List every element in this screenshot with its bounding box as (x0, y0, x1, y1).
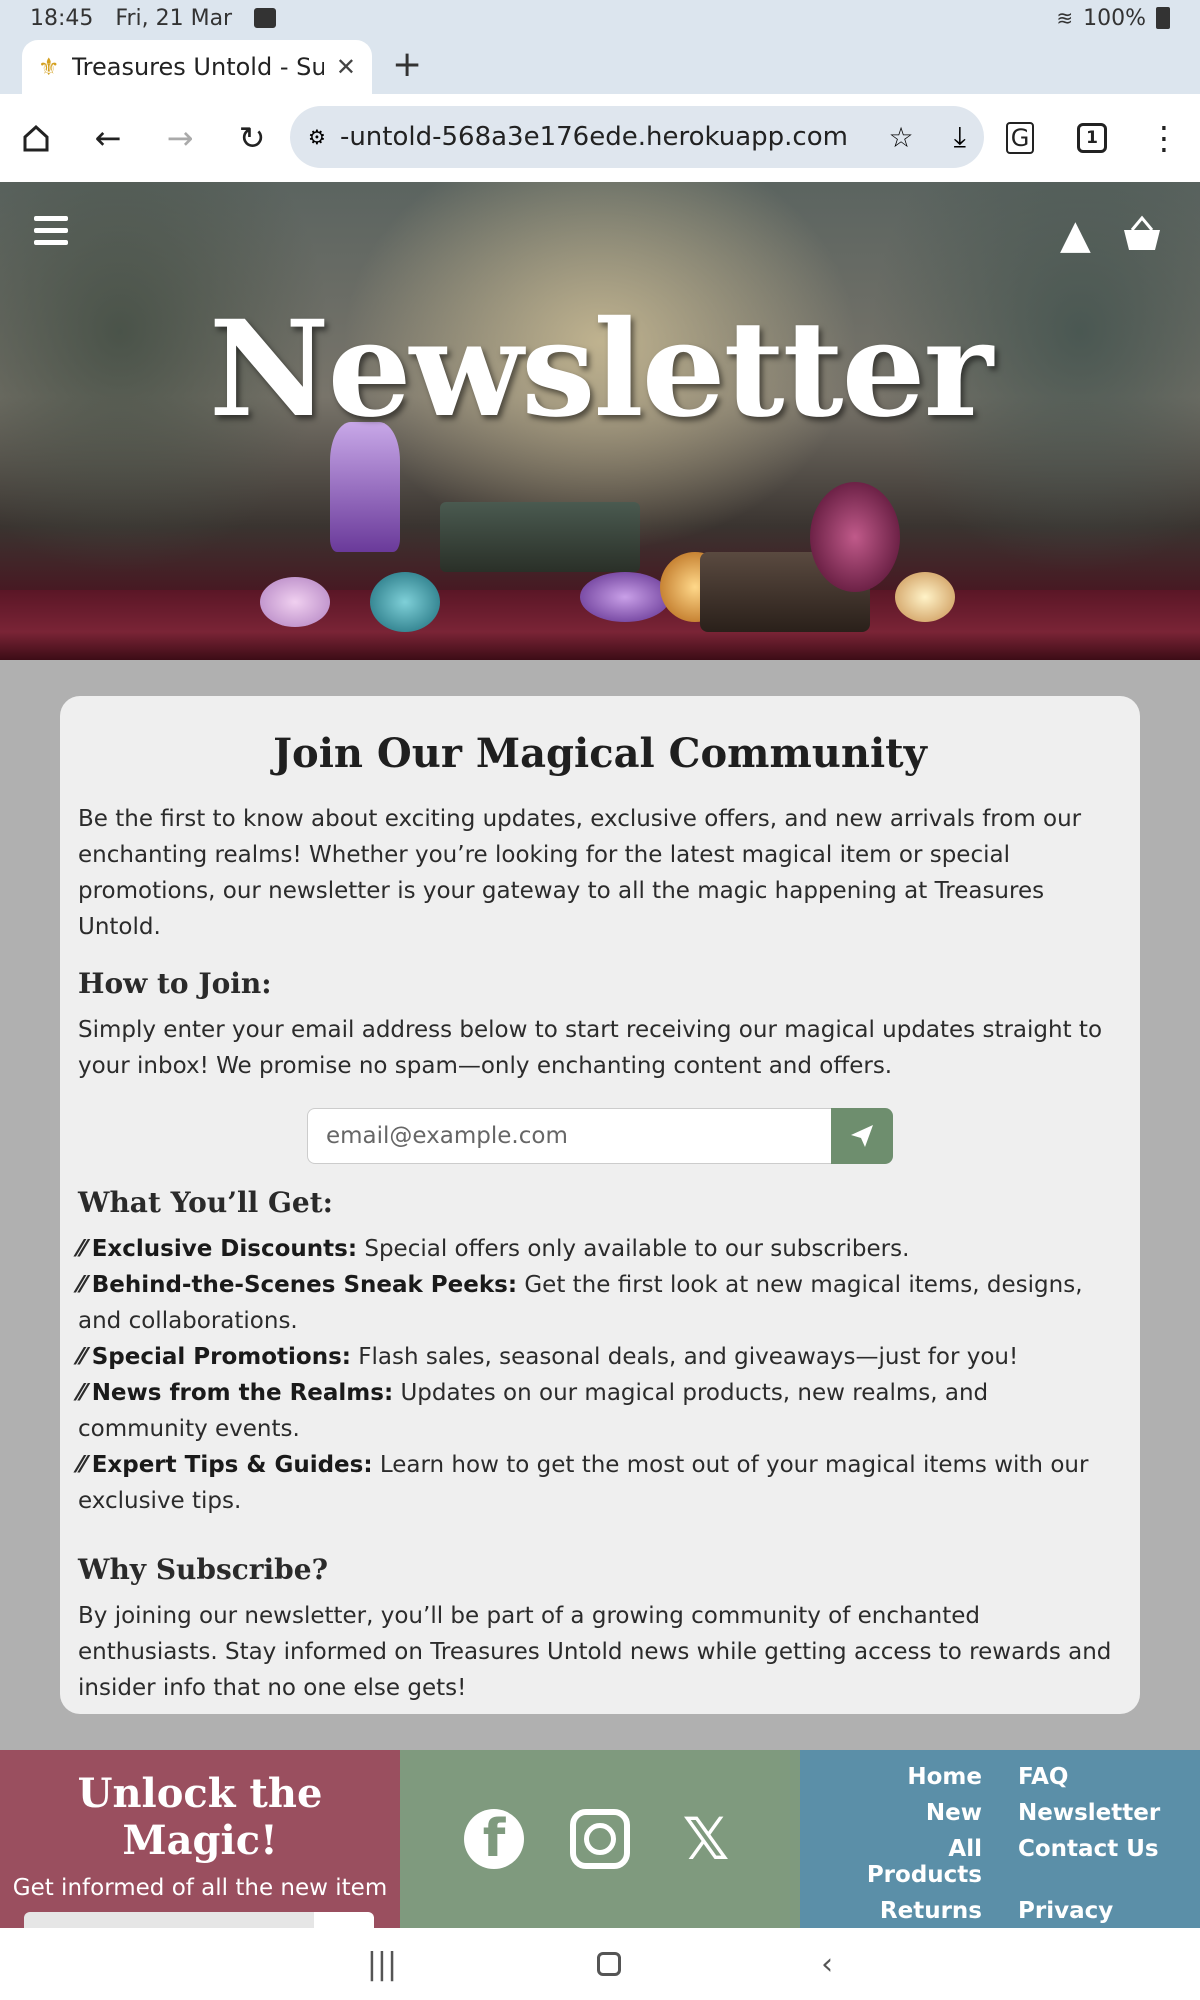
browser-toolbar: ← → ↻ ⚙ -untold-568a3e176ede.herokuapp.c… (0, 94, 1200, 182)
card-title: Join Our Magical Community (273, 730, 927, 777)
list-item: ⁄⁄ News from the Realms: Updates on our m… (78, 1380, 989, 1442)
date: Fri, 21 Mar (115, 5, 233, 31)
get-heading: What You’ll Get: (78, 1186, 333, 1219)
page-headline: Newsletter (208, 292, 993, 447)
footer-link-all-products[interactable]: All Products (830, 1836, 982, 1888)
candle-decoration (895, 572, 955, 622)
battery-level: 100% (1083, 5, 1146, 31)
footer-link-new[interactable]: New (830, 1800, 982, 1826)
list-item: ⁄⁄ Exclusive Discounts: Special offers on… (78, 1236, 910, 1262)
footer-link-home[interactable]: Home (830, 1764, 982, 1790)
back-button[interactable]: ← (72, 102, 144, 174)
email-input[interactable]: email@example.com (307, 1108, 831, 1164)
home-button[interactable] (0, 102, 72, 174)
wifi-icon: ≋ (1056, 6, 1074, 30)
address-bar[interactable]: ⚙ -untold-568a3e176ede.herokuapp.com ☆ ⤓ (290, 106, 984, 168)
crystal-decoration (580, 572, 670, 622)
close-tab-icon[interactable]: ✕ (336, 53, 356, 81)
more-vert-icon: ⋮ (1148, 119, 1180, 157)
subscribe-form: email@example.com (78, 1108, 1122, 1164)
translate-icon: G (1005, 122, 1035, 154)
favicon-icon: ⚜ (38, 53, 60, 81)
clock: 18:45 (30, 5, 94, 31)
footer-links: Home FAQ New Newsletter All Products Con… (800, 1750, 1200, 1928)
magic-wand-icon: ⁄⁄ (78, 1272, 86, 1298)
translate-button[interactable]: G (984, 102, 1056, 174)
home-icon (23, 124, 49, 152)
hero-banner: Newsletter ▲ (0, 182, 1200, 660)
url-text[interactable]: -untold-568a3e176ede.herokuapp.com (340, 122, 875, 152)
footer-link-faq[interactable]: FAQ (1018, 1764, 1170, 1790)
intro-text: Be the first to know about exciting upda… (78, 806, 1082, 940)
footer-promo-text-1: Get informed of all the new item (12, 1875, 388, 1901)
why-heading: Why Subscribe? (78, 1553, 328, 1586)
crystal-decoration (370, 572, 440, 632)
back-nav-icon[interactable]: ‹ (821, 1947, 833, 1982)
hamburger-menu-icon[interactable] (34, 216, 68, 252)
battery-icon (1156, 7, 1170, 29)
tab-count: 1 (1077, 123, 1107, 153)
list-item: ⁄⁄ Behind-the-Scenes Sneak Peeks: Get the… (78, 1272, 1083, 1334)
newsletter-card: Join Our Magical Community Be the first … (60, 696, 1140, 1714)
recent-apps-icon[interactable]: ||| (367, 1947, 397, 1982)
magic-wand-icon: ⁄⁄ (78, 1380, 86, 1406)
bookmark-star-icon[interactable]: ☆ (889, 121, 914, 154)
footer-promo-title: Unlock the Magic! (77, 1770, 323, 1864)
arrow-right-icon: → (166, 119, 194, 157)
tab-switcher-button[interactable]: 1 (1056, 102, 1128, 174)
new-tab-button[interactable]: + (392, 44, 422, 85)
home-nav-icon[interactable] (597, 1952, 622, 1976)
how-heading: How to Join: (78, 967, 272, 1000)
magic-wand-icon: ⁄⁄ (78, 1452, 86, 1478)
system-nav-bar: ||| ‹ (0, 1928, 1200, 2000)
footer-email-input[interactable] (24, 1912, 314, 1928)
image-notification-icon (254, 8, 277, 28)
browser-tab[interactable]: ⚜ Treasures Untold - Suppo ✕ (22, 40, 372, 94)
tab-strip: ⚜ Treasures Untold - Suppo ✕ + (0, 36, 1200, 94)
instagram-icon[interactable] (570, 1809, 630, 1869)
footer-link-returns[interactable]: Returns (830, 1898, 982, 1924)
site-settings-icon[interactable]: ⚙ (308, 125, 326, 149)
facebook-icon[interactable]: f (464, 1809, 524, 1869)
footer-link-privacy[interactable]: Privacy (1018, 1898, 1170, 1924)
forward-button[interactable]: → (144, 102, 216, 174)
reload-button[interactable]: ↻ (216, 102, 288, 174)
paper-plane-icon (851, 1125, 873, 1147)
arrow-left-icon: ← (94, 119, 122, 157)
x-icon[interactable]: 𝕏 (676, 1805, 736, 1873)
footer-social: f 𝕏 (400, 1750, 800, 1928)
crystal-decoration (260, 577, 330, 627)
magic-wand-icon: ⁄⁄ (78, 1344, 86, 1370)
wizard-hat-icon[interactable]: ▲ (1060, 212, 1091, 258)
footer-link-contact[interactable]: Contact Us (1018, 1836, 1170, 1888)
benefits-list: ⁄⁄ Exclusive Discounts: Special offers on… (78, 1231, 1122, 1519)
basket-icon[interactable] (1120, 214, 1164, 254)
footer-promo: Unlock the Magic! Get informed of all th… (0, 1750, 400, 1928)
browser-menu-button[interactable]: ⋮ (1128, 102, 1200, 174)
tab-title: Treasures Untold - Suppo (71, 53, 324, 81)
subscribe-button[interactable] (831, 1108, 893, 1164)
footer-subscribe-button[interactable] (314, 1912, 374, 1928)
list-item: ⁄⁄ Special Promotions: Flash sales, seaso… (78, 1344, 1019, 1370)
status-bar: 18:45 Fri, 21 Mar ≋ 100% (0, 0, 1200, 36)
why-text: By joining our newsletter, you’ll be par… (78, 1603, 1112, 1701)
book-decoration (440, 502, 640, 572)
potion-decoration (810, 482, 900, 592)
site-footer: Unlock the Magic! Get informed of all th… (0, 1750, 1200, 1928)
how-text: Simply enter your email address below to… (78, 1017, 1103, 1079)
list-item: ⁄⁄ Expert Tips & Guides: Learn how to get… (78, 1452, 1089, 1514)
download-icon[interactable]: ⤓ (954, 120, 966, 154)
footer-link-newsletter[interactable]: Newsletter (1018, 1800, 1170, 1826)
magic-wand-icon: ⁄⁄ (78, 1236, 86, 1262)
reload-icon: ↻ (238, 119, 266, 157)
